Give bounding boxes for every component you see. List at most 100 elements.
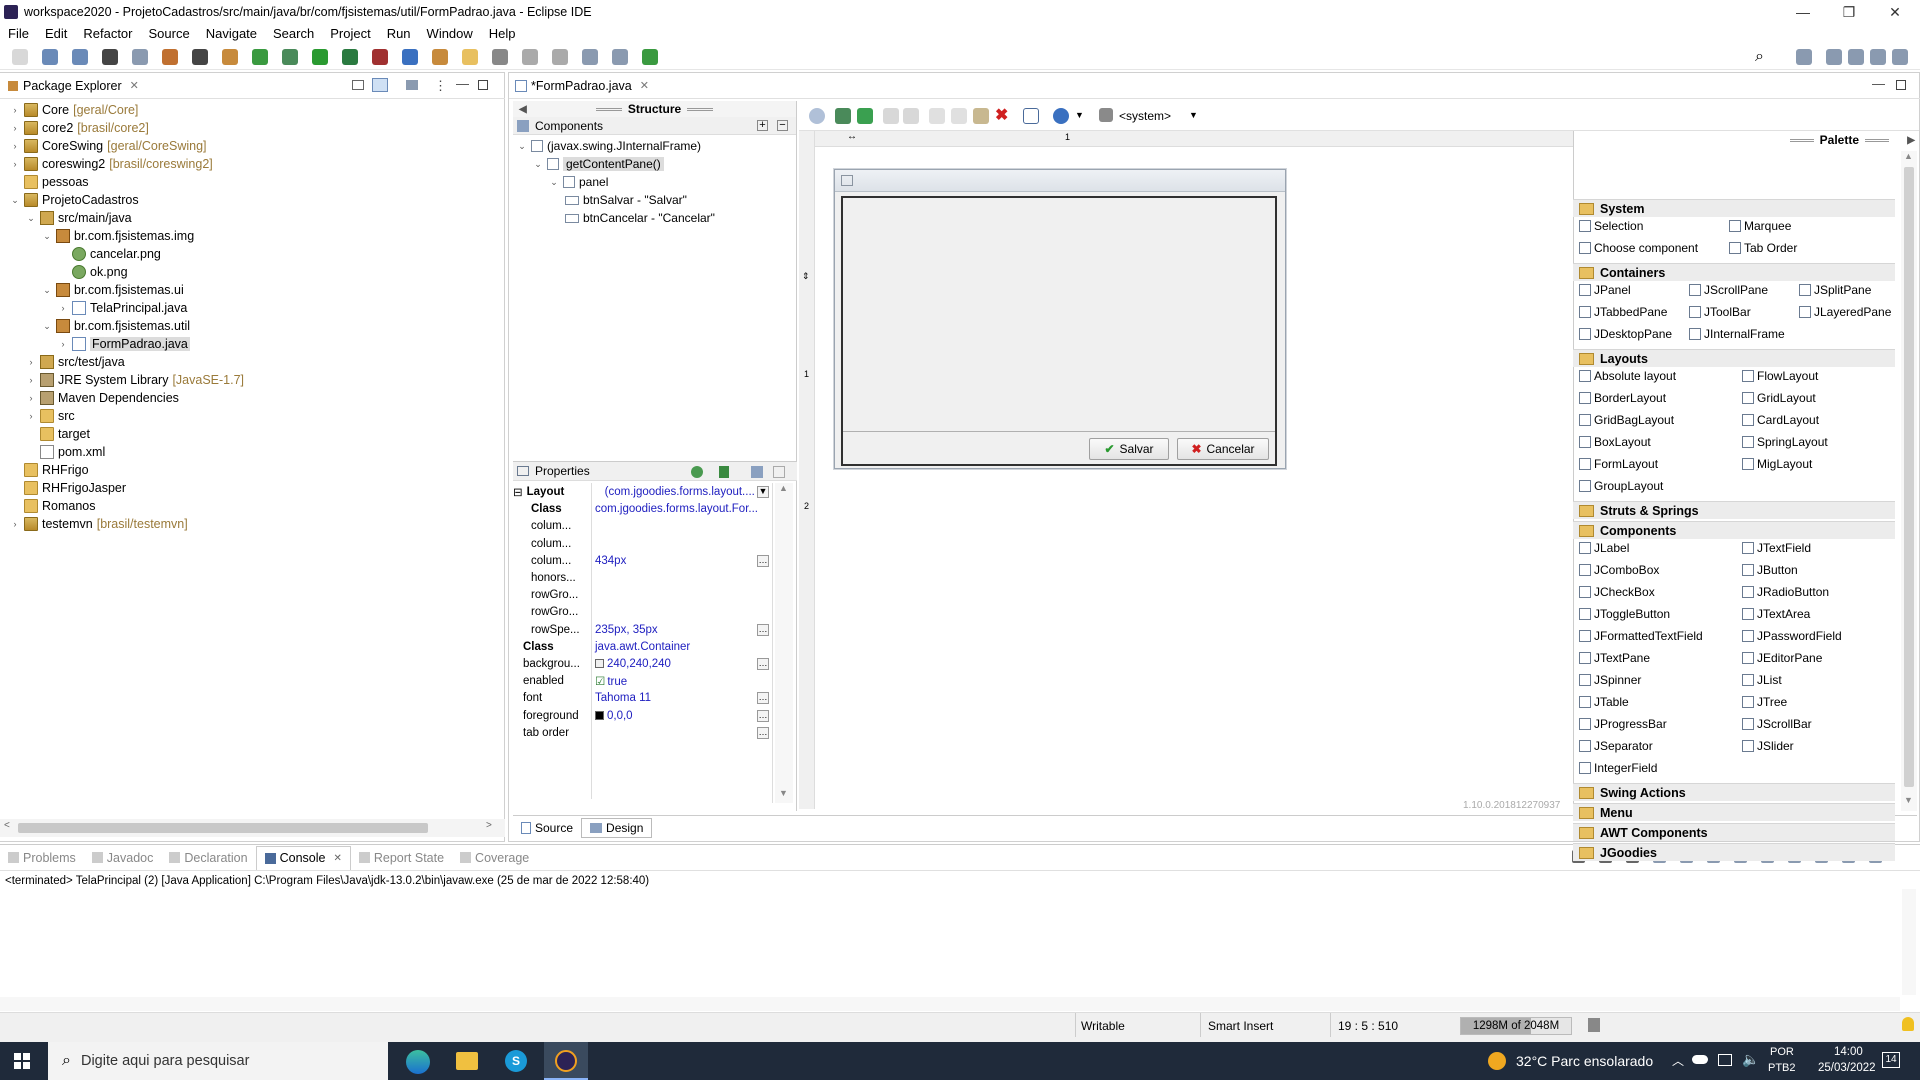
tree-item[interactable]: › src — [26, 407, 75, 425]
palette-item[interactable]: JTextArea — [1742, 607, 1810, 621]
palette-category[interactable]: System — [1573, 199, 1895, 217]
menu-search[interactable]: Search — [265, 26, 322, 41]
palette-item[interactable]: JLabel — [1579, 541, 1629, 555]
redo-icon[interactable] — [903, 108, 919, 124]
tree-item[interactable]: › core2 [brasil/core2] — [10, 119, 149, 137]
palette-item[interactable]: JPasswordField — [1742, 629, 1842, 643]
component-item[interactable]: ⌄ getContentPane() — [533, 155, 664, 173]
collapse-all-components-icon[interactable]: − — [777, 120, 788, 131]
external-tools-icon[interactable] — [372, 49, 388, 65]
component-item[interactable]: ⌄ (javax.swing.JInternalFrame) — [517, 137, 701, 155]
property-row[interactable]: enabled ☑ true — [513, 674, 771, 688]
console-icon[interactable] — [102, 49, 118, 65]
test-preview-icon[interactable] — [809, 108, 825, 124]
chevron-right-icon[interactable]: › — [10, 519, 20, 529]
palette-item[interactable]: JFormattedTextField — [1579, 629, 1703, 643]
notification-icon[interactable]: 14 — [1882, 1052, 1900, 1068]
property-value[interactable]: (com.jgoodies.forms.layout.... — [605, 486, 755, 498]
more-icon[interactable]: … — [757, 709, 769, 722]
collapse-structure-icon[interactable]: ◀ — [519, 104, 527, 115]
close-button[interactable]: ✕ — [1872, 0, 1918, 24]
palette-category[interactable]: Struts & Springs — [1573, 501, 1895, 519]
search-type-icon[interactable] — [402, 49, 418, 65]
taskbar-search[interactable]: ⌕ Digite aqui para pesquisar — [48, 1042, 388, 1080]
pen-icon[interactable] — [492, 49, 508, 65]
menu-help[interactable]: Help — [481, 26, 524, 41]
chevron-down-icon[interactable]: ⌄ — [26, 213, 36, 224]
property-value[interactable]: java.awt.Container — [595, 641, 690, 653]
property-row[interactable]: rowGro... — [513, 588, 771, 602]
menu-window[interactable]: Window — [419, 26, 481, 41]
palette-item[interactable]: JRadioButton — [1742, 585, 1829, 599]
menu-navigate[interactable]: Navigate — [198, 26, 265, 41]
chevron-right-icon[interactable]: › — [10, 105, 20, 115]
content-pane[interactable]: ✔ Salvar ✖ Cancelar — [841, 196, 1277, 466]
scrollbar-thumb[interactable] — [18, 823, 428, 833]
palette-item[interactable]: BoxLayout — [1579, 435, 1651, 449]
view-menu-icon[interactable]: ⋮ — [434, 78, 447, 94]
palette-item[interactable]: JLayeredPane — [1799, 305, 1891, 319]
palette-item[interactable]: JComboBox — [1579, 563, 1659, 577]
skype-icon[interactable]: S — [505, 1050, 527, 1072]
tree-item[interactable]: ⌄ ProjetoCadastros — [10, 191, 139, 209]
minimize-editor-icon[interactable]: — — [1872, 76, 1885, 91]
debug-perspective-icon[interactable] — [1848, 49, 1864, 65]
palette-item[interactable]: JTextField — [1742, 541, 1811, 555]
chevron-right-icon[interactable]: › — [26, 411, 36, 421]
palette-item[interactable]: JTabbedPane — [1579, 305, 1667, 319]
chevron-down-icon[interactable]: ⌄ — [549, 177, 559, 188]
component-item[interactable]: btnCancelar - "Cancelar" — [565, 209, 715, 227]
more-icon[interactable]: … — [757, 623, 769, 636]
search-icon[interactable]: ⌕ — [1755, 49, 1771, 65]
chevron-right-icon[interactable]: › — [26, 393, 36, 403]
tab-formpadrao[interactable]: *FormPadrao.java — [531, 79, 632, 93]
eclipse-taskbar-button[interactable] — [544, 1042, 588, 1080]
tree-item[interactable]: cancelar.png — [58, 245, 161, 263]
property-row[interactable]: ⊟ Layout (com.jgoodies.forms.layout.... ▼ — [513, 485, 771, 499]
tab-problems[interactable]: Problems — [0, 846, 84, 870]
filter-icon[interactable] — [406, 80, 418, 90]
palette-item[interactable]: JScrollBar — [1742, 717, 1812, 731]
dropdown-icon[interactable]: ▼ — [757, 486, 769, 498]
tree-item[interactable]: › coreswing2 [brasil/coreswing2] — [10, 155, 213, 173]
property-row[interactable]: Class java.awt.Container — [513, 640, 771, 654]
tray-chevron-icon[interactable]: ︿ — [1672, 1052, 1684, 1069]
debug-icon[interactable] — [162, 49, 178, 65]
menu-run[interactable]: Run — [379, 26, 419, 41]
start-button[interactable] — [14, 1053, 30, 1069]
clock-date[interactable]: 25/03/2022 — [1818, 1062, 1876, 1074]
tree-item[interactable]: Romanos — [10, 497, 96, 515]
tab-console[interactable]: Console ✕ — [255, 845, 351, 870]
palette-item[interactable]: Selection — [1579, 219, 1643, 233]
component-item[interactable]: btnSalvar - "Salvar" — [565, 191, 687, 209]
expand-all-icon[interactable]: + — [757, 120, 768, 131]
look-and-feel-icon[interactable] — [1099, 108, 1113, 122]
property-row[interactable]: rowSpe... 235px, 35px… — [513, 623, 771, 637]
tree-item[interactable]: › src/test/java — [26, 353, 125, 371]
open-type-icon[interactable] — [432, 49, 448, 65]
prev-annotation-icon[interactable] — [552, 49, 568, 65]
palette-item[interactable]: JSeparator — [1579, 739, 1653, 753]
goto-definition-icon[interactable] — [719, 466, 729, 478]
property-row[interactable]: honors... — [513, 571, 771, 585]
palette-category[interactable]: Menu — [1573, 803, 1895, 821]
close-icon[interactable]: ✕ — [640, 79, 649, 92]
git-perspective-icon[interactable] — [1870, 49, 1886, 65]
weather-text[interactable]: 32°C Parc ensolarado — [1516, 1053, 1653, 1069]
tree-item[interactable]: target — [26, 425, 90, 443]
palette-item[interactable]: JPanel — [1579, 283, 1631, 297]
chevron-down-icon[interactable]: ⌄ — [42, 231, 52, 242]
tree-item[interactable]: › Core [geral/Core] — [10, 101, 138, 119]
cut-icon[interactable] — [929, 108, 945, 124]
palette-item[interactable]: JDesktopPane — [1579, 327, 1672, 341]
palette-item[interactable]: GridBagLayout — [1579, 413, 1674, 427]
checkbox-icon[interactable]: ☑ — [595, 676, 605, 688]
chevron-down-icon[interactable]: ⌄ — [10, 195, 20, 206]
console-scrollbar[interactable] — [1902, 889, 1916, 995]
property-row[interactable]: colum... — [513, 519, 771, 533]
link-editor-icon[interactable] — [372, 78, 388, 92]
property-row[interactable]: colum... — [513, 537, 771, 551]
property-row[interactable]: colum... 434px… — [513, 554, 771, 568]
chevron-right-icon[interactable]: › — [10, 159, 20, 169]
tree-item[interactable]: pom.xml — [26, 443, 105, 461]
